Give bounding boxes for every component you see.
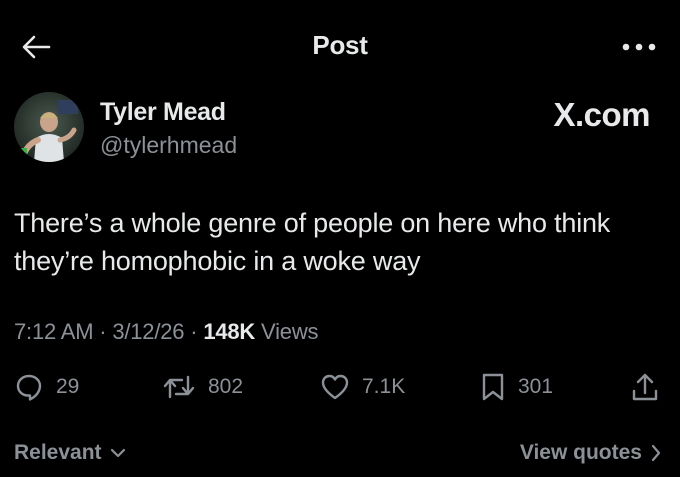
more-options-button[interactable] — [618, 36, 660, 58]
avatar[interactable] — [14, 92, 84, 162]
page-title: Post — [312, 30, 368, 60]
tweet-meta: 7:12 AM · 3/12/26 · 148K Views — [14, 319, 319, 345]
like-button[interactable]: 7.1K — [320, 370, 405, 404]
author-handle[interactable]: @tylerhmead — [100, 132, 237, 159]
bookmark-button[interactable]: 301 — [480, 370, 553, 404]
repost-icon — [163, 375, 195, 399]
reply-count: 29 — [56, 375, 80, 398]
repost-button[interactable]: 802 — [162, 370, 243, 404]
post-page: Post Tyler Mead @tylerhmead X.com There’… — [0, 0, 680, 477]
xcom-watermark: X.com — [553, 96, 650, 133]
views-count: 148K — [203, 319, 256, 344]
meta-separator: · — [99, 319, 107, 344]
like-count: 7.1K — [362, 375, 406, 398]
reply-icon — [16, 374, 42, 401]
sort-label: Relevant — [14, 441, 102, 464]
reply-button[interactable]: 29 — [14, 370, 79, 404]
tweet-text: There’s a whole genre of people on here … — [14, 208, 611, 276]
bookmark-icon — [482, 373, 504, 401]
repost-count: 802 — [208, 375, 244, 398]
more-dots-icon — [622, 43, 656, 51]
view-quotes-link[interactable]: View quotes — [520, 441, 662, 465]
share-icon — [632, 373, 658, 401]
share-button[interactable] — [630, 370, 660, 404]
tweet-time[interactable]: 7:12 AM — [14, 319, 94, 344]
author-name[interactable]: Tyler Mead — [100, 98, 226, 127]
chevron-right-icon — [650, 444, 662, 462]
view-quotes-label: View quotes — [519, 441, 642, 464]
sort-relevant-dropdown[interactable]: Relevant — [14, 441, 126, 465]
meta-separator: · — [190, 319, 198, 344]
bookmark-count: 301 — [518, 375, 554, 398]
tweet-date[interactable]: 3/12/26 — [112, 319, 184, 344]
chevron-down-icon — [110, 447, 126, 459]
heart-icon — [321, 374, 349, 400]
views-label: Views — [261, 319, 319, 344]
